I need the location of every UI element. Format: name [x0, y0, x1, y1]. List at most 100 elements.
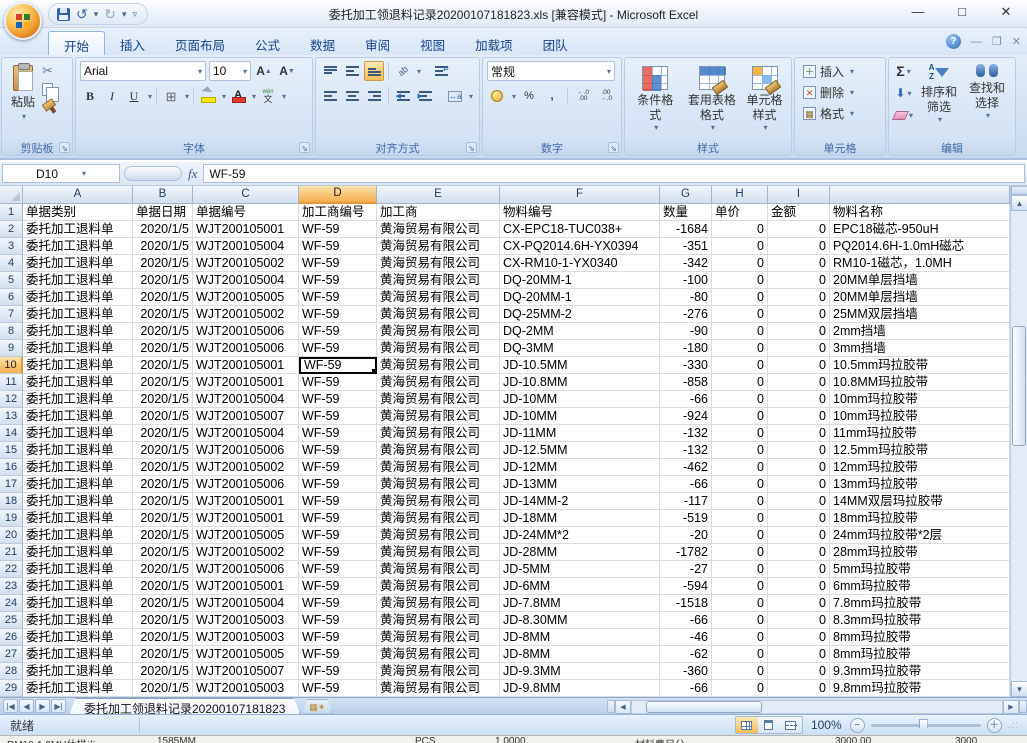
cell-E15[interactable]: 黄海贸易有限公司	[377, 442, 500, 459]
cell-C25[interactable]: WJT200105003	[193, 612, 299, 629]
cell-A19[interactable]: 委托加工退料单	[23, 510, 133, 527]
cell-C9[interactable]: WJT200105006	[193, 340, 299, 357]
cell-F16[interactable]: JD-12MM	[500, 459, 660, 476]
row-header-8[interactable]: 8	[0, 323, 23, 340]
row-header-28[interactable]: 28	[0, 663, 23, 680]
cell-A13[interactable]: 委托加工退料单	[23, 408, 133, 425]
format-painter-icon[interactable]	[42, 100, 55, 113]
increase-indent-icon[interactable]: ▶	[415, 86, 435, 106]
cell-G14[interactable]: -132	[660, 425, 712, 442]
column-header-H[interactable]: H	[712, 186, 768, 204]
name-box-dropdown-icon[interactable]: ▾	[82, 169, 86, 178]
cell-D14[interactable]: WF-59	[299, 425, 377, 442]
cell-I17[interactable]: 0	[768, 476, 830, 493]
office-button[interactable]	[4, 2, 42, 40]
cell-G23[interactable]: -594	[660, 578, 712, 595]
cell-D29[interactable]: WF-59	[299, 680, 377, 697]
cell-D24[interactable]: WF-59	[299, 595, 377, 612]
cell-C4[interactable]: WJT200105002	[193, 255, 299, 272]
cell-F29[interactable]: JD-9.8MM	[500, 680, 660, 697]
cell-E19[interactable]: 黄海贸易有限公司	[377, 510, 500, 527]
horizontal-scrollbar[interactable]	[631, 700, 1003, 714]
cell-G8[interactable]: -90	[660, 323, 712, 340]
cell-E6[interactable]: 黄海贸易有限公司	[377, 289, 500, 306]
cell-H20[interactable]: 0	[712, 527, 768, 544]
alignment-dialog-launcher-icon[interactable]: ⇘	[466, 142, 477, 153]
row-header-13[interactable]: 13	[0, 408, 23, 425]
cell-I18[interactable]: 0	[768, 493, 830, 510]
cell-E27[interactable]: 黄海贸易有限公司	[377, 646, 500, 663]
cell-C15[interactable]: WJT200105006	[193, 442, 299, 459]
tab-公式[interactable]: 公式	[240, 31, 295, 55]
cell-J9[interactable]: 3mm挡墙	[830, 340, 1010, 357]
cell-I14[interactable]: 0	[768, 425, 830, 442]
cell-F24[interactable]: JD-7.8MM	[500, 595, 660, 612]
cell-E20[interactable]: 黄海贸易有限公司	[377, 527, 500, 544]
clipboard-dialog-launcher-icon[interactable]: ⇘	[59, 142, 70, 153]
tab-开始[interactable]: 开始	[48, 31, 105, 55]
bold-button[interactable]: B	[80, 86, 100, 106]
cell-F6[interactable]: DQ-20MM-1	[500, 289, 660, 306]
font-dialog-launcher-icon[interactable]: ⇘	[299, 142, 310, 153]
cell-C8[interactable]: WJT200105006	[193, 323, 299, 340]
cell-J26[interactable]: 8mm玛拉胶带	[830, 629, 1010, 646]
cell-B12[interactable]: 2020/1/5	[133, 391, 193, 408]
cell-E10[interactable]: 黄海贸易有限公司	[377, 357, 500, 374]
cell-D26[interactable]: WF-59	[299, 629, 377, 646]
cell-F22[interactable]: JD-5MM	[500, 561, 660, 578]
cell-D27[interactable]: WF-59	[299, 646, 377, 663]
formula-bar-splitter[interactable]	[124, 166, 182, 181]
insert-worksheet-icon[interactable]: ▦✶	[302, 699, 332, 714]
cell-B25[interactable]: 2020/1/5	[133, 612, 193, 629]
format-cells-button[interactable]: ▦格式▾	[803, 103, 881, 124]
cell-J12[interactable]: 10mm玛拉胶带	[830, 391, 1010, 408]
wrap-text-icon[interactable]	[431, 61, 451, 81]
cell-I21[interactable]: 0	[768, 544, 830, 561]
cell-E11[interactable]: 黄海贸易有限公司	[377, 374, 500, 391]
delete-cells-button[interactable]: ✕删除▾	[803, 82, 881, 103]
row-header-18[interactable]: 18	[0, 493, 23, 510]
column-header-A[interactable]: A	[23, 186, 133, 204]
cell-D11[interactable]: WF-59	[299, 374, 377, 391]
cell-H26[interactable]: 0	[712, 629, 768, 646]
workbook-restore-icon[interactable]: ❐	[992, 35, 1002, 48]
cell-G10[interactable]: -330	[660, 357, 712, 374]
cell-I6[interactable]: 0	[768, 289, 830, 306]
cell-D13[interactable]: WF-59	[299, 408, 377, 425]
tab-审阅[interactable]: 审阅	[350, 31, 405, 55]
cell-C27[interactable]: WJT200105005	[193, 646, 299, 663]
tab-加载项[interactable]: 加载项	[460, 31, 528, 55]
cell-A3[interactable]: 委托加工退料单	[23, 238, 133, 255]
cell-J28[interactable]: 9.3mm玛拉胶带	[830, 663, 1010, 680]
cell-J2[interactable]: EPC18磁芯-950uH	[830, 221, 1010, 238]
insert-cells-button[interactable]: ＋插入▾	[803, 61, 881, 82]
cell-J4[interactable]: RM10-1磁芯，1.0MH	[830, 255, 1010, 272]
cell-C19[interactable]: WJT200105001	[193, 510, 299, 527]
cell-A1[interactable]: 单据类别	[23, 204, 133, 221]
cell-H8[interactable]: 0	[712, 323, 768, 340]
cell-G18[interactable]: -117	[660, 493, 712, 510]
cell-J20[interactable]: 24mm玛拉胶带*2层	[830, 527, 1010, 544]
cell-D10[interactable]: WF-59	[299, 357, 377, 374]
name-box[interactable]: D10▾	[2, 164, 120, 183]
cell-J18[interactable]: 14MM双层玛拉胶带	[830, 493, 1010, 510]
zoom-in-icon[interactable]: ＋	[987, 718, 1002, 733]
maximize-button[interactable]: □	[947, 4, 977, 20]
cell-E16[interactable]: 黄海贸易有限公司	[377, 459, 500, 476]
cell-B11[interactable]: 2020/1/5	[133, 374, 193, 391]
cell-J5[interactable]: 20MM单层挡墙	[830, 272, 1010, 289]
cell-C29[interactable]: WJT200105003	[193, 680, 299, 697]
cell-C12[interactable]: WJT200105004	[193, 391, 299, 408]
cell-B14[interactable]: 2020/1/5	[133, 425, 193, 442]
cell-I25[interactable]: 0	[768, 612, 830, 629]
cell-H5[interactable]: 0	[712, 272, 768, 289]
cell-J25[interactable]: 8.3mm玛拉胶带	[830, 612, 1010, 629]
workbook-close-icon[interactable]: ✕	[1012, 35, 1021, 48]
grow-font-icon[interactable]: A▲	[254, 61, 274, 81]
percent-style-icon[interactable]: %	[519, 86, 539, 106]
cell-E28[interactable]: 黄海贸易有限公司	[377, 663, 500, 680]
cell-F5[interactable]: DQ-20MM-1	[500, 272, 660, 289]
cell-I23[interactable]: 0	[768, 578, 830, 595]
row-header-1[interactable]: 1	[0, 204, 23, 221]
find-select-button[interactable]: 查找和选择▾	[964, 61, 1010, 137]
